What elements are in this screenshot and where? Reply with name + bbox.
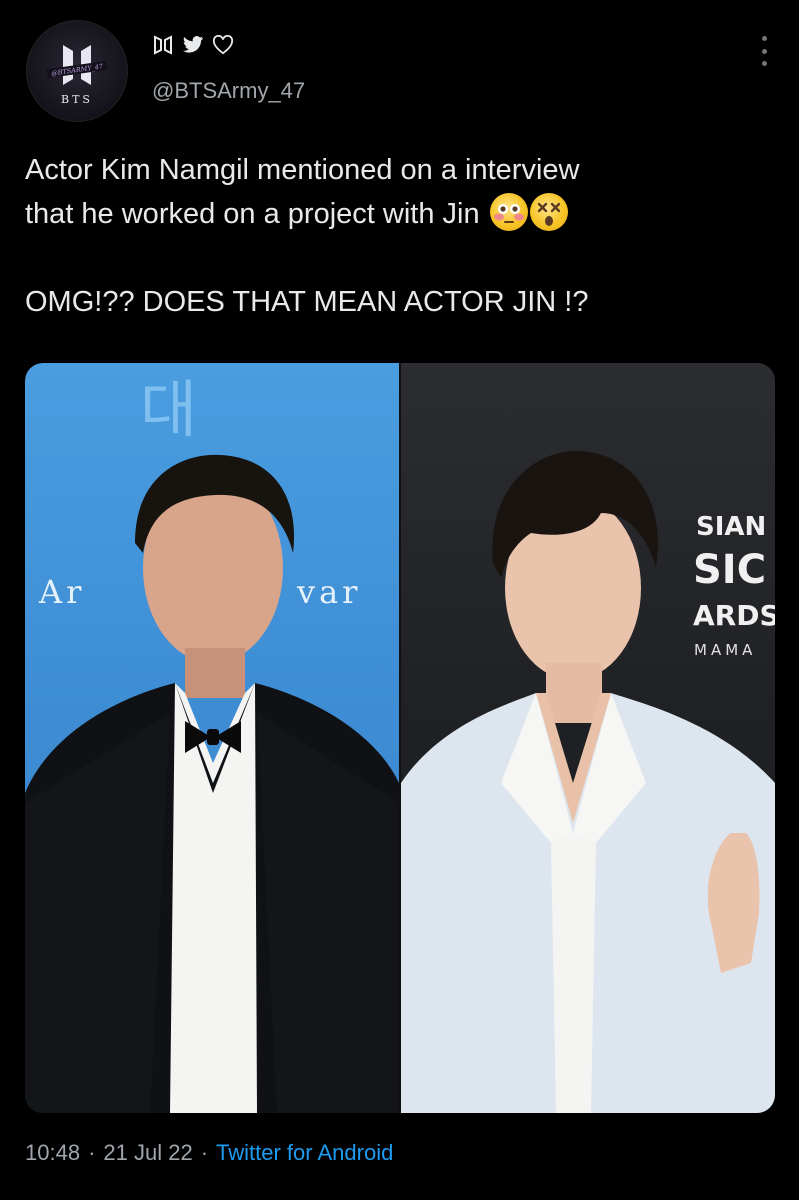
avatar-caption: @BTSARMY_47 <box>51 62 105 77</box>
tweet-detail: @BTSARMY_47 BTS @BTSArmy_47 Actor Kim Na… <box>0 0 799 1200</box>
sign-text-right: var <box>296 573 361 611</box>
sign-text-left: Ar <box>38 573 85 611</box>
tweet-line-3: OMG!?? DOES THAT MEAN ACTOR JIN !? <box>25 286 589 318</box>
tweet-meta: 10:48 · 21 Jul 22 · Twitter for Android <box>25 1140 393 1166</box>
tweet-text: Actor Kim Namgil mentioned on a intervie… <box>25 148 765 324</box>
tweet-line-1: Actor Kim Namgil mentioned on a intervie… <box>25 154 580 186</box>
tweet-time[interactable]: 10:48 <box>25 1140 80 1166</box>
tweet-line-2-text: that he worked on a project with Jin <box>25 198 480 230</box>
display-name[interactable] <box>152 34 234 60</box>
meta-separator: · <box>88 1140 96 1165</box>
sign-line-2: SIC <box>693 547 766 593</box>
meta-separator: · <box>200 1140 209 1165</box>
sign-hangul: 대 <box>140 373 197 446</box>
sign-line-4: MAMA <box>694 641 756 659</box>
photo-right-panel: SIAN SIC ARDS MAMA <box>401 363 775 1113</box>
tweet-date[interactable]: 21 Jul 22 <box>103 1140 192 1166</box>
tweet-header: @BTSARMY_47 BTS @BTSArmy_47 <box>26 20 779 122</box>
sign-line-3: ARDS <box>693 599 775 632</box>
tweet-source-link[interactable]: Twitter for Android <box>216 1140 393 1166</box>
bts-avatar-logo-icon: @BTSARMY_47 BTS <box>46 45 108 106</box>
avatar-label: BTS <box>61 93 93 106</box>
dizzy-face-emoji <box>529 193 568 231</box>
avatar[interactable]: @BTSARMY_47 BTS <box>26 20 128 122</box>
heart-icon <box>212 34 234 59</box>
tweet-image[interactable]: 대 Ar var SIAN SIC ARDS MAMA <box>25 363 775 1113</box>
sign-line-1: SIAN <box>696 512 766 542</box>
more-vertical-icon[interactable] <box>761 36 767 66</box>
twitter-bird-icon <box>182 35 204 59</box>
tweet-line-2: that he worked on a project with Jin <box>25 192 765 236</box>
photo-left-panel: 대 Ar var <box>25 363 399 1113</box>
flushed-face-emoji <box>489 193 528 231</box>
user-handle[interactable]: @BTSArmy_47 <box>152 78 305 104</box>
bts-logo-icon <box>152 34 174 60</box>
